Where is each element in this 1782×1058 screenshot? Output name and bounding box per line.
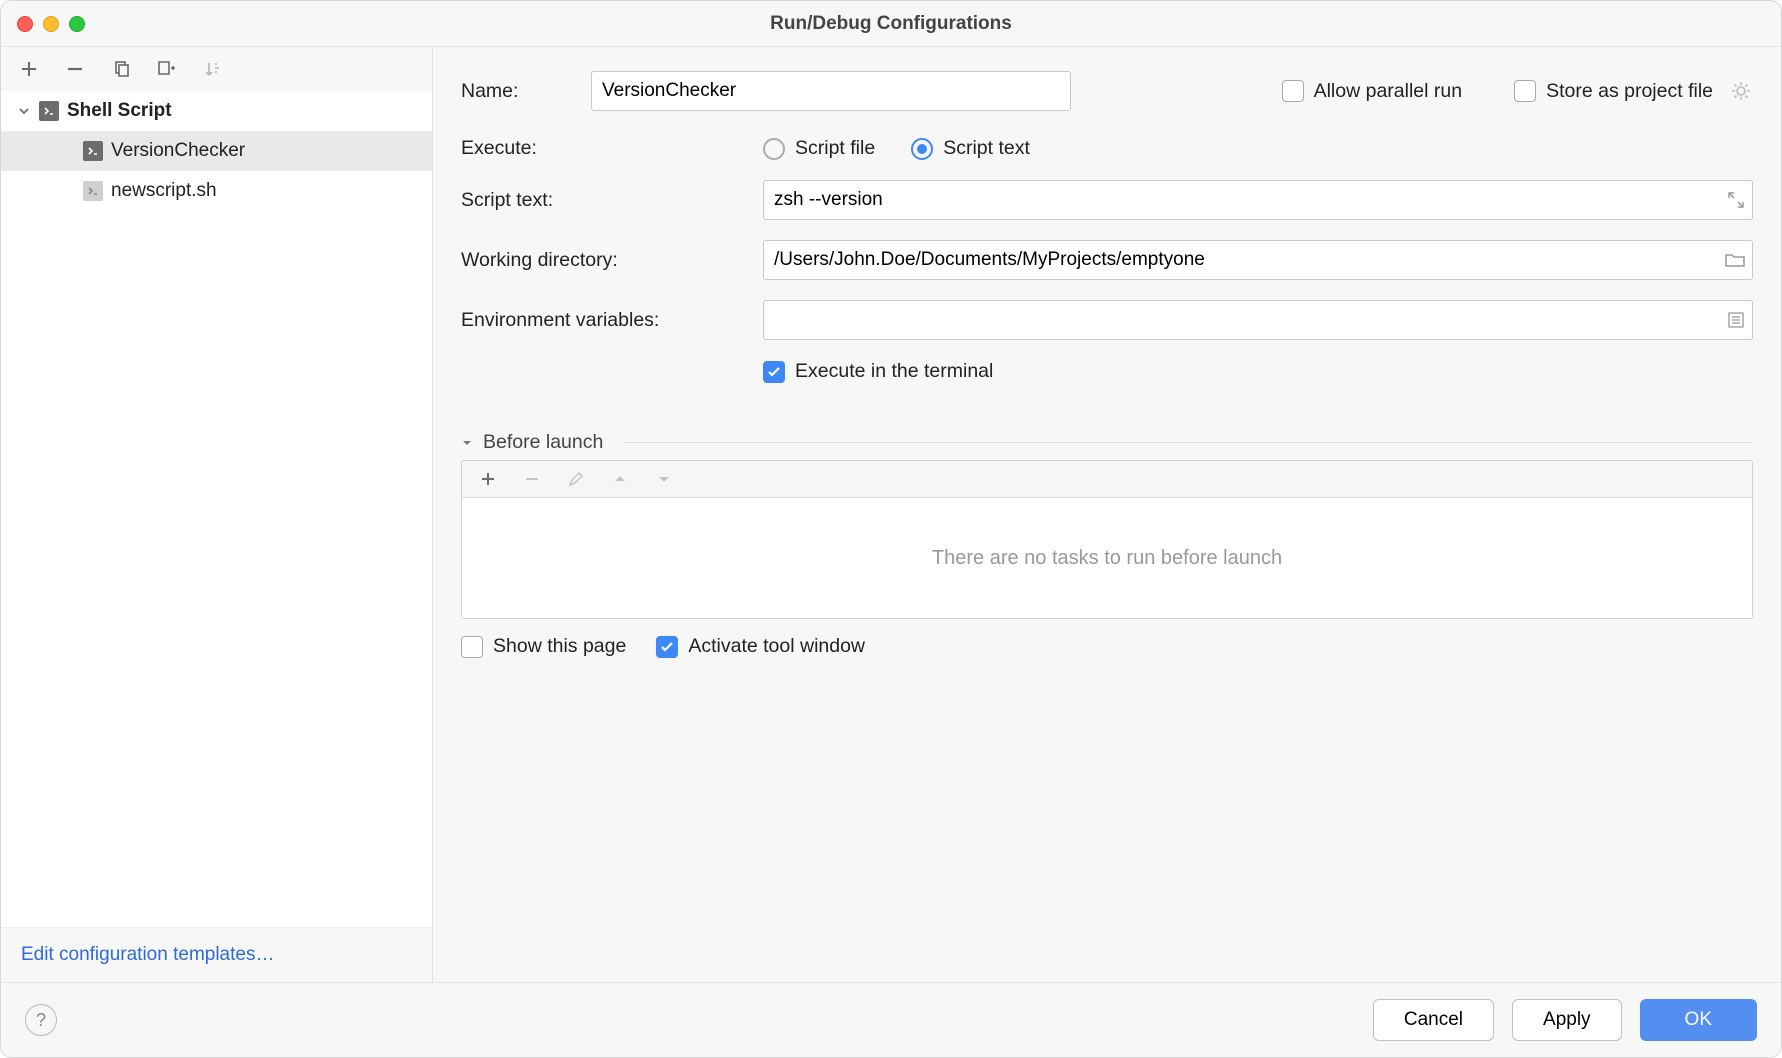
tree-item-label: newscript.sh (111, 180, 217, 202)
script-text-label: Script text: (461, 189, 751, 212)
store-as-project-checkbox[interactable]: Store as project file (1514, 80, 1713, 103)
save-temp-config-button[interactable] (155, 57, 179, 81)
name-label: Name: (461, 80, 579, 103)
expand-icon[interactable] (1727, 191, 1745, 209)
tree-item-newscript[interactable]: newscript.sh (1, 171, 432, 211)
dialog-window: Run/Debug Configurations (0, 0, 1782, 1058)
execute-script-text-radio[interactable]: Script text (911, 137, 1030, 160)
show-this-page-checkbox[interactable]: Show this page (461, 635, 626, 658)
before-launch-panel: There are no tasks to run before launch (461, 460, 1753, 619)
divider (623, 442, 1753, 443)
main-panel: Name: Allow parallel run Store as projec… (433, 47, 1781, 982)
execute-label: Execute: (461, 137, 751, 160)
tree-item-versionchecker[interactable]: VersionChecker (1, 131, 432, 171)
cancel-button[interactable]: Cancel (1373, 999, 1494, 1041)
checkbox-checked-icon (763, 361, 785, 383)
copy-config-button[interactable] (109, 57, 133, 81)
working-dir-label: Working directory: (461, 249, 751, 272)
apply-button[interactable]: Apply (1512, 999, 1622, 1041)
execute-in-terminal-label: Execute in the terminal (795, 360, 993, 383)
help-button[interactable]: ? (25, 1004, 57, 1036)
allow-parallel-label: Allow parallel run (1314, 80, 1463, 103)
radio-label: Script file (795, 137, 875, 160)
store-as-project-label: Store as project file (1546, 80, 1713, 103)
before-launch-label: Before launch (483, 431, 603, 454)
execute-script-file-radio[interactable]: Script file (763, 137, 875, 160)
env-vars-input[interactable] (763, 300, 1753, 340)
before-launch-header[interactable]: Before launch (461, 431, 1753, 454)
shell-script-icon (39, 101, 59, 121)
config-tree: Shell Script VersionChecker newscript.sh (1, 91, 432, 927)
allow-parallel-checkbox[interactable]: Allow parallel run (1282, 80, 1463, 103)
radio-label: Script text (943, 137, 1030, 160)
sort-configs-button[interactable] (201, 57, 225, 81)
edit-templates-link[interactable]: Edit configuration templates… (21, 944, 274, 965)
sidebar-toolbar (1, 47, 432, 91)
sidebar: Shell Script VersionChecker newscript.sh… (1, 47, 433, 982)
remove-task-button[interactable] (520, 467, 544, 491)
checkbox-icon (461, 636, 483, 658)
tree-root-label: Shell Script (67, 100, 172, 122)
activate-tool-window-checkbox[interactable]: Activate tool window (656, 635, 865, 658)
move-up-button[interactable] (608, 467, 632, 491)
titlebar: Run/Debug Configurations (1, 1, 1781, 47)
working-dir-input[interactable] (763, 240, 1753, 280)
dialog-body: Shell Script VersionChecker newscript.sh… (1, 47, 1781, 982)
edit-task-button[interactable] (564, 467, 588, 491)
list-edit-icon[interactable] (1727, 311, 1745, 329)
show-this-page-label: Show this page (493, 635, 626, 658)
before-launch-empty-text: There are no tasks to run before launch (462, 498, 1752, 618)
window-title: Run/Debug Configurations (1, 13, 1781, 35)
remove-config-button[interactable] (63, 57, 87, 81)
name-input[interactable] (591, 71, 1071, 111)
chevron-down-icon (461, 437, 473, 449)
dialog-button-row: ? Cancel Apply OK (1, 982, 1781, 1057)
radio-icon (763, 138, 785, 160)
execute-in-terminal-checkbox[interactable]: Execute in the terminal (763, 360, 993, 383)
env-vars-label: Environment variables: (461, 309, 751, 332)
tree-item-label: VersionChecker (111, 140, 245, 162)
move-down-button[interactable] (652, 467, 676, 491)
sidebar-footer: Edit configuration templates… (1, 927, 432, 982)
checkbox-icon (1282, 80, 1304, 102)
add-task-button[interactable] (476, 467, 500, 491)
before-launch-toolbar (462, 461, 1752, 498)
script-text-input[interactable] (763, 180, 1753, 220)
tree-root-shell-script[interactable]: Shell Script (1, 91, 432, 131)
checkbox-icon (1514, 80, 1536, 102)
gear-icon[interactable] (1729, 79, 1753, 103)
ok-button[interactable]: OK (1640, 999, 1757, 1041)
shell-script-icon (83, 141, 103, 161)
chevron-down-icon (17, 104, 31, 118)
checkbox-checked-icon (656, 636, 678, 658)
shell-script-icon (83, 181, 103, 201)
radio-icon (911, 138, 933, 160)
add-config-button[interactable] (17, 57, 41, 81)
activate-tool-window-label: Activate tool window (688, 635, 865, 658)
folder-browse-icon[interactable] (1725, 252, 1745, 268)
